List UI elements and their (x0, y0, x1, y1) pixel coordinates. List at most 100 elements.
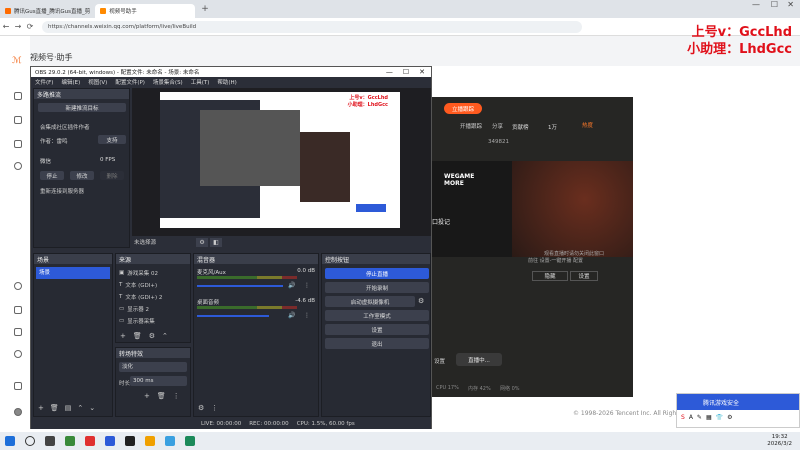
hot-badge[interactable]: 热度 (582, 121, 593, 129)
minimize-icon[interactable]: — (752, 0, 760, 9)
interaction-icon[interactable] (14, 162, 22, 170)
source-up-icon[interactable]: ⌃ (162, 332, 168, 340)
live-status-button[interactable]: 直播中... (456, 353, 502, 366)
settings-small-label[interactable]: 设置 (434, 357, 445, 365)
new-tab-icon[interactable]: + (201, 4, 209, 14)
desktop-speaker-icon[interactable]: 🔊 (288, 312, 295, 319)
maximize-icon[interactable]: ☐ (771, 0, 778, 9)
virtual-camera-gear-icon[interactable]: ⚙ (418, 297, 424, 305)
add-scene-icon[interactable]: + (38, 404, 44, 412)
settings-button[interactable]: 设置 (325, 324, 429, 335)
content-icon[interactable] (14, 116, 22, 124)
tray-pen-icon[interactable]: ✎ (697, 414, 702, 421)
tray-a-icon[interactable]: A (689, 414, 693, 421)
search-icon[interactable] (25, 436, 35, 446)
scene-up-icon[interactable]: ⌃ (77, 404, 83, 412)
start-live-label[interactable]: 开播跟踪 (460, 122, 482, 130)
url-field[interactable]: https://channels.weixin.qq.com/platform/… (42, 20, 582, 33)
hide-button[interactable]: 隐藏 (532, 271, 568, 281)
menu-view[interactable]: 视图(V) (88, 78, 107, 86)
ranking-tab[interactable]: 贡献榜 (512, 123, 529, 131)
app-icon[interactable] (65, 436, 75, 446)
stop-target-button[interactable]: 停止 (40, 171, 64, 180)
app-icon[interactable] (85, 436, 95, 446)
source-item[interactable]: ▭ 显示器 2 (119, 304, 191, 314)
desktop-menu-icon[interactable]: ⋮ (304, 312, 310, 319)
obs-maximize-icon[interactable]: ☐ (403, 68, 409, 76)
edit-target-button[interactable]: 修改 (70, 171, 94, 180)
menu-tools[interactable]: 工具(T) (191, 78, 210, 86)
tray-shirt-icon[interactable]: 👕 (716, 414, 723, 421)
add-source-icon[interactable]: + (120, 332, 126, 340)
source-item[interactable]: ▣ 游戏采集 02 (119, 268, 191, 278)
obs-preview[interactable]: 上号v：GccLhd 小助理：LhdGcc (132, 88, 431, 236)
menu-file[interactable]: 文件(F) (35, 78, 53, 86)
task-view-icon[interactable] (45, 436, 55, 446)
home-icon[interactable] (14, 92, 22, 100)
app-icon[interactable] (165, 436, 175, 446)
transition-select[interactable]: 淡化 (119, 362, 187, 372)
scene-item[interactable]: 场景 (36, 267, 110, 279)
obs-minimize-icon[interactable]: — (386, 68, 393, 76)
tray-s-icon[interactable]: S (681, 414, 685, 421)
start-icon[interactable] (5, 436, 15, 446)
app-icon[interactable] (145, 436, 155, 446)
browser-app-icon[interactable] (185, 436, 195, 446)
scene-down-icon[interactable]: ⌄ (89, 404, 95, 412)
remove-transition-icon[interactable]: 🗑 (157, 392, 166, 400)
virtual-camera-button[interactable]: 启动虚拟摄像机 (325, 296, 415, 307)
mic-speaker-icon[interactable]: 🔊 (288, 282, 295, 289)
settings-icon[interactable] (14, 350, 22, 358)
menu-help[interactable]: 帮助(H) (217, 78, 236, 86)
browser-tab-active[interactable]: 视频号助手 (95, 4, 196, 18)
mic-menu-icon[interactable]: ⋮ (304, 282, 310, 289)
add-target-button[interactable]: 新建推流目标 (38, 103, 126, 112)
scene-filter-icon[interactable]: ▤ (65, 404, 72, 412)
source-filters-icon[interactable]: ◧ (210, 237, 223, 247)
source-settings-gear-icon[interactable]: ⚙ (149, 332, 155, 340)
studio-mode-button[interactable]: 工作室模式 (325, 310, 429, 321)
source-properties-gear-icon[interactable]: ⚙ (196, 237, 209, 247)
mixer-menu-icon[interactable]: ⋮ (211, 404, 218, 412)
stop-streaming-button[interactable]: 停止直播 (325, 268, 429, 279)
panel-settings-button[interactable]: 设置 (570, 271, 598, 281)
remove-source-icon[interactable]: 🗑 (133, 332, 142, 340)
remove-scene-icon[interactable]: 🗑 (50, 404, 59, 412)
exit-button[interactable]: 退出 (325, 338, 429, 349)
transition-menu-icon[interactable]: ⋮ (173, 392, 180, 400)
mixer-gear-icon[interactable]: ⚙ (198, 404, 204, 412)
source-item[interactable]: T 文本 (GDI+) (119, 280, 191, 290)
data-icon[interactable] (14, 282, 22, 290)
menu-edit[interactable]: 编辑(E) (61, 78, 80, 86)
desktop-volume-slider[interactable] (197, 315, 269, 317)
add-transition-icon[interactable]: + (144, 392, 150, 400)
start-recording-button[interactable]: 开始录制 (325, 282, 429, 293)
obs-close-icon[interactable]: ✕ (419, 68, 425, 76)
live-icon[interactable] (14, 140, 22, 148)
share-label[interactable]: 分享 (492, 122, 503, 130)
security-notification[interactable]: 腾讯游戏安全 S A ✎ ▦ 👕 ⚙ (676, 393, 800, 428)
stats-icon[interactable] (14, 328, 22, 336)
close-icon[interactable]: ✕ (787, 0, 794, 9)
source-item[interactable]: T 文本 (GDI+) 2 (119, 292, 191, 302)
refresh-icon[interactable]: ⟳ (24, 22, 36, 31)
obs-app-icon[interactable] (125, 436, 135, 446)
delete-target-button[interactable]: 删除 (100, 171, 124, 180)
source-item[interactable]: ▭ 显示器采集 (119, 316, 191, 326)
transition-duration-input[interactable]: 300 ms (130, 376, 187, 386)
menu-profile[interactable]: 配置文件(P) (115, 78, 145, 86)
notice-icon[interactable] (14, 382, 22, 390)
app-icon[interactable] (105, 436, 115, 446)
back-icon[interactable]: ← (0, 22, 12, 31)
browser-tab[interactable]: 腾讯Gus直播_腾讯Gus直播_剪 (0, 4, 95, 18)
mic-volume-slider[interactable] (197, 285, 283, 287)
forward-icon[interactable]: → (12, 22, 24, 31)
tray-grid-icon[interactable]: ▦ (706, 414, 712, 421)
start-tracking-button[interactable]: 立播跟踪 (444, 103, 482, 114)
tray-gear-icon[interactable]: ⚙ (727, 414, 732, 421)
income-icon[interactable] (14, 306, 22, 314)
support-button[interactable]: 支持 (98, 135, 126, 144)
clock[interactable]: 19:32 2026/3/2 (767, 434, 792, 448)
avatar[interactable] (14, 408, 22, 416)
menu-scene-collection[interactable]: 场景集合(S) (153, 78, 183, 86)
